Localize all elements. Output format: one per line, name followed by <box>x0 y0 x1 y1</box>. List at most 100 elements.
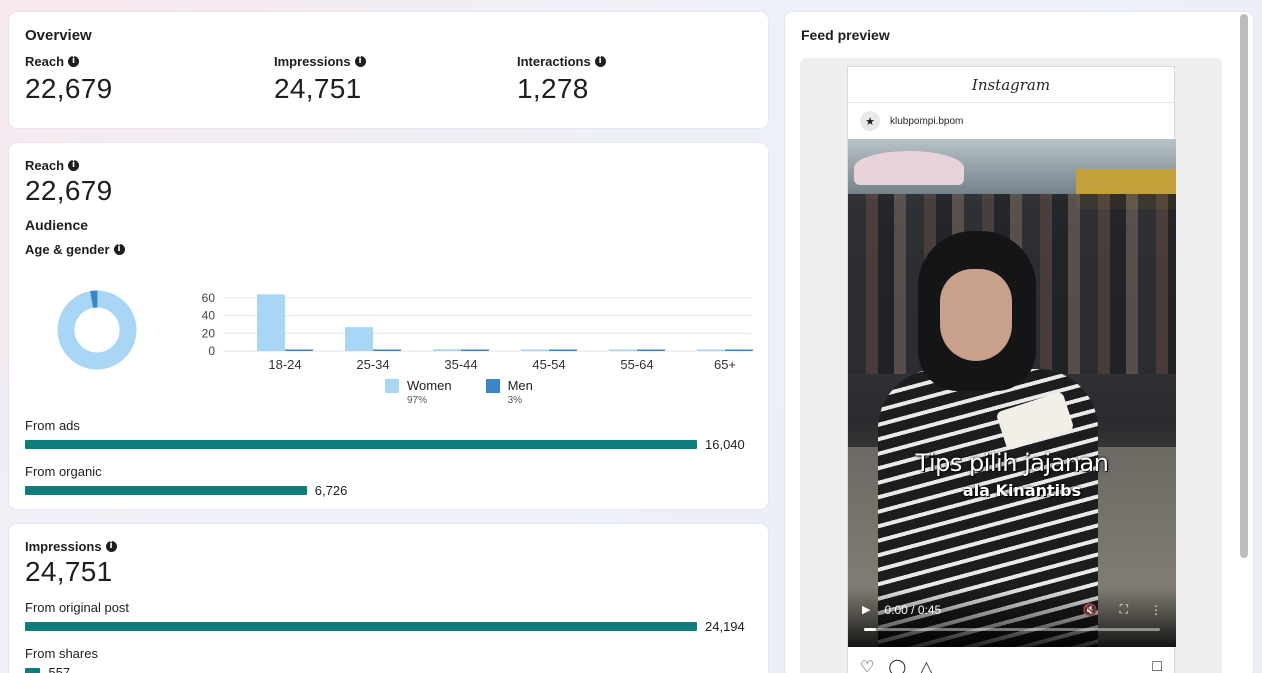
legend-women-pct: 97% <box>407 395 428 406</box>
bar-men-35-44[interactable] <box>461 349 489 352</box>
info-icon[interactable]: i <box>68 160 80 171</box>
reach-value: 22,679 <box>25 175 113 206</box>
overview-title: Overview <box>25 27 92 44</box>
reach-sources: From ads 16,040 From organic 6,726 <box>25 418 755 498</box>
x-tick-label: 18-24 <box>268 357 301 372</box>
overview-interactions-value: 1,278 <box>517 73 589 104</box>
overview-metrics: Reach i 22,679 Impressions i 24,751 Inte… <box>25 54 752 124</box>
instagram-header: Instagram <box>848 67 1174 103</box>
impressions-label: Impressions <box>25 539 102 554</box>
bar-men-18-24[interactable] <box>285 349 313 352</box>
mute-icon[interactable]: 🔇 <box>1083 603 1098 617</box>
video-time: 0:00 / 0:45 <box>884 602 942 617</box>
legend-men-pct: 3% <box>507 395 523 406</box>
y-tick-label: 40 <box>202 309 216 323</box>
impressions-value: 24,751 <box>25 556 113 587</box>
from-shares-bar[interactable] <box>25 668 41 673</box>
video-progress-track[interactable] <box>864 628 1160 631</box>
video-caption-line2: ala Kinantibs <box>962 481 1082 500</box>
video-progress-fill <box>864 628 876 631</box>
info-icon[interactable]: i <box>113 244 125 255</box>
save-icon[interactable]: □ <box>1152 658 1162 673</box>
overview-impressions: Impressions i 24,751 <box>274 54 366 105</box>
from-ads-bar[interactable] <box>25 440 697 449</box>
scrollbar[interactable] <box>1240 14 1248 558</box>
bar-men-25-34[interactable] <box>373 349 401 352</box>
from-original-label: From original post <box>25 600 130 615</box>
overview-reach-value: 22,679 <box>25 73 113 104</box>
audience-title: Audience <box>25 217 89 233</box>
from-shares-value: 557 <box>48 665 71 673</box>
post-actions: ♡ ◯ △ □ <box>848 647 1174 673</box>
overview-impressions-label: Impressions <box>274 54 351 69</box>
info-icon[interactable]: i <box>354 56 366 67</box>
y-tick-label: 20 <box>202 326 216 340</box>
legend-men[interactable]: Men 3% <box>485 378 533 406</box>
x-tick-label: 45-54 <box>532 357 565 372</box>
overview-card: Overview Reach i 22,679 Impressions i 24… <box>9 12 768 128</box>
x-tick-label: 65+ <box>714 357 736 372</box>
comment-icon[interactable]: ◯ <box>888 657 906 673</box>
instagram-post: Instagram ★ klubpompi.bpom Tips pilih ja… <box>847 66 1176 673</box>
more-options-icon[interactable]: ⋮ <box>1150 603 1162 617</box>
legend-men-swatch <box>485 379 500 393</box>
from-original-bar[interactable] <box>25 622 697 631</box>
share-icon[interactable]: △ <box>920 657 932 673</box>
bar-women-65+[interactable] <box>697 349 725 352</box>
from-original-value: 24,194 <box>705 619 745 634</box>
reach-label: Reach <box>25 158 65 173</box>
bar-women-35-44[interactable] <box>433 349 461 351</box>
legend-women-label: Women <box>407 378 452 393</box>
x-tick-label: 55-64 <box>620 357 653 372</box>
video-caption-line1: Tips pilih jajanan <box>915 449 1109 477</box>
post-username[interactable]: klubpompi.bpom <box>890 116 963 127</box>
play-icon[interactable]: ▶ <box>862 603 870 616</box>
fullscreen-icon[interactable]: ⛶ <box>1120 602 1128 617</box>
gender-donut <box>57 290 137 370</box>
feed-preview-card: Feed preview Instagram ★ klubpompi.bpom … <box>785 12 1253 673</box>
overview-reach: Reach i 22,679 <box>25 54 112 105</box>
x-tick-label: 25-34 <box>356 357 389 372</box>
overview-impressions-value: 24,751 <box>274 73 362 104</box>
feed-preview-title: Feed preview <box>801 27 890 43</box>
bar-men-45-54[interactable] <box>549 349 577 352</box>
impressions-card: Impressions i 24,751 From original post … <box>9 524 768 673</box>
overview-interactions: Interactions i 1,278 <box>517 54 606 105</box>
bar-men-55-64[interactable] <box>637 349 665 352</box>
legend-women[interactable]: Women 97% <box>385 378 452 406</box>
chart-legend: Women 97% Men 3% <box>385 378 533 406</box>
post-author[interactable]: ★ klubpompi.bpom <box>848 103 1174 139</box>
avatar[interactable]: ★ <box>860 111 880 131</box>
from-ads-label: From ads <box>25 418 80 433</box>
y-tick-label: 0 <box>208 344 215 358</box>
overview-reach-label: Reach <box>25 54 65 69</box>
from-organic-value: 6,726 <box>314 483 348 498</box>
legend-women-swatch <box>385 379 399 393</box>
instagram-logo: Instagram <box>971 75 1051 94</box>
from-ads-value: 16,040 <box>705 437 745 452</box>
impressions-sources: From original post 24,194 From shares 55… <box>25 600 755 673</box>
donut-women-slice <box>57 290 137 370</box>
feed-frame: Instagram ★ klubpompi.bpom Tips pilih ja… <box>800 58 1222 673</box>
from-organic-bar[interactable] <box>25 486 307 495</box>
info-icon[interactable]: i <box>105 541 117 552</box>
bar-women-25-34[interactable] <box>345 327 373 351</box>
info-icon[interactable]: i <box>68 56 80 67</box>
bar-women-18-24[interactable] <box>257 294 285 351</box>
x-tick-label: 35-44 <box>444 357 477 372</box>
from-shares-label: From shares <box>25 646 98 661</box>
post-video[interactable]: Tips pilih jajanan ala Kinantibs ▶ 0:00 … <box>848 139 1176 647</box>
like-icon[interactable]: ♡ <box>860 657 874 673</box>
age-bar-chart: 0 20 40 60 18-24 25-34 35-44 45-54 55-64 65+ <box>202 291 753 372</box>
bar-women-55-64[interactable] <box>609 349 637 352</box>
video-controls: ▶ 0:00 / 0:45 🔇 ⛶ ⋮ <box>848 587 1176 647</box>
age-gender-title: Age & gender <box>25 242 110 257</box>
overview-interactions-label: Interactions <box>517 54 591 69</box>
y-tick-label: 60 <box>202 291 216 305</box>
reach-card: Reach i 22,679 Audience Age & gender i 0… <box>9 143 768 509</box>
bar-women-45-54[interactable] <box>521 349 549 352</box>
legend-men-label: Men <box>507 378 533 393</box>
from-organic-label: From organic <box>25 464 102 479</box>
bar-men-65+[interactable] <box>725 349 753 352</box>
info-icon[interactable]: i <box>594 56 606 67</box>
